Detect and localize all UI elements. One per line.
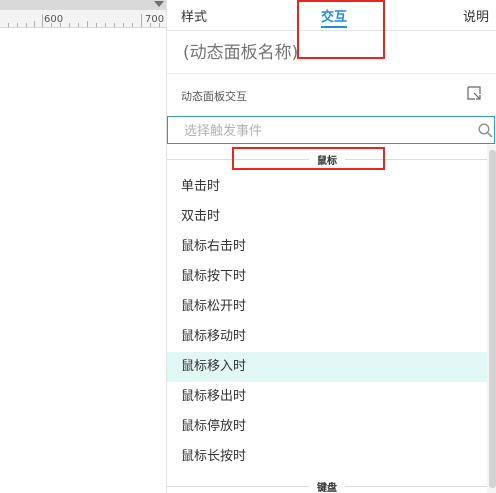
group-label-keyboard: 键盘 (309, 483, 345, 493)
group-header-keyboard: 键盘 (167, 479, 487, 493)
search-icon[interactable] (478, 123, 493, 138)
event-item-click[interactable]: 单击时 (167, 172, 487, 202)
ruler-ticks (0, 14, 166, 27)
active-tab-indicator (321, 26, 347, 28)
tab-interaction[interactable]: 交互 (321, 6, 347, 25)
group-header-mouse: 鼠标 (167, 152, 487, 167)
tab-style[interactable]: 样式 (181, 6, 207, 25)
event-item-mouse-enter[interactable]: 鼠标移入时 (167, 352, 487, 382)
event-item-double-click[interactable]: 双击时 (167, 202, 487, 232)
horizontal-ruler: 600 700 (0, 0, 166, 28)
inspector-tabs: 样式 交互 说明 (167, 0, 496, 31)
section-label: 动态面板交互 (181, 90, 247, 103)
event-dropdown-list: 鼠标 单击时 双击时 鼠标右击时 鼠标按下时 鼠标松开时 鼠标移动时 鼠标移入时… (167, 145, 488, 493)
scroll-arrow-icon[interactable] (154, 1, 164, 7)
ruler-label-600: 600 (44, 14, 64, 25)
event-item-mouse-move[interactable]: 鼠标移动时 (167, 322, 487, 352)
search-input[interactable] (182, 121, 456, 141)
expand-icon[interactable] (466, 85, 482, 101)
event-item-mouse-down[interactable]: 鼠标按下时 (167, 262, 487, 292)
trigger-event-search[interactable] (167, 116, 495, 144)
event-item-mouse-hover[interactable]: 鼠标停放时 (167, 412, 487, 442)
divider (167, 73, 496, 74)
inspector-panel: 样式 交互 说明 动态面板交互 鼠标 单击时 双击时 鼠标右击时 鼠标按下时 鼠… (166, 0, 496, 493)
group-label-mouse: 鼠标 (309, 156, 345, 167)
event-item-right-click[interactable]: 鼠标右击时 (167, 232, 487, 262)
event-item-long-press[interactable]: 鼠标长按时 (167, 442, 487, 472)
event-item-mouse-leave[interactable]: 鼠标移出时 (167, 382, 487, 412)
tab-notes[interactable]: 说明 (463, 6, 489, 25)
canvas-area[interactable]: 600 700 (0, 0, 166, 493)
dropdown-scrollbar-thumb[interactable] (489, 150, 496, 488)
ruler-label-700: 700 (145, 14, 165, 25)
widget-name-field[interactable] (181, 38, 385, 68)
event-item-mouse-up[interactable]: 鼠标松开时 (167, 292, 487, 322)
canvas-scrollbar[interactable] (0, 0, 166, 10)
